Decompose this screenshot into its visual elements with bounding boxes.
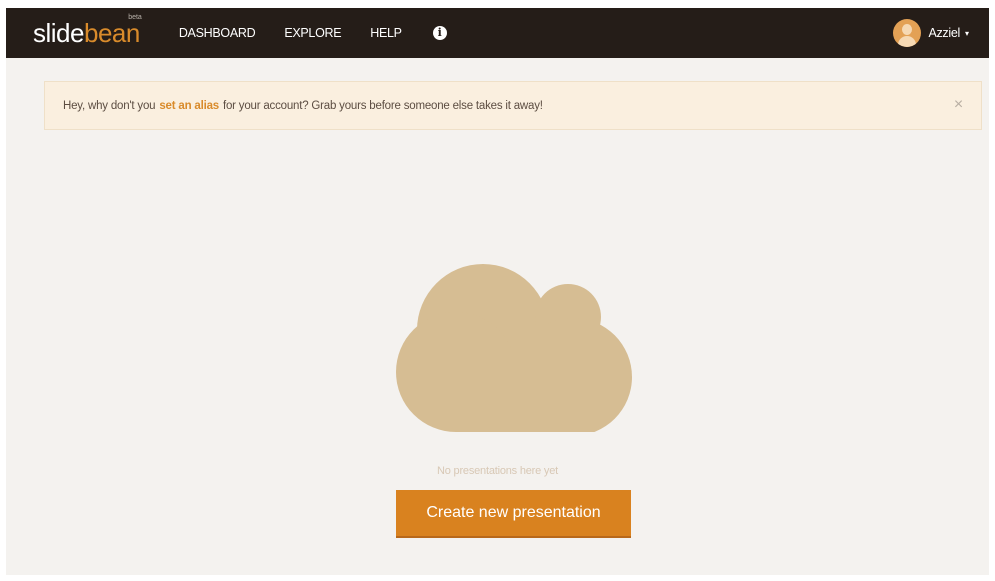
right-border bbox=[989, 0, 995, 581]
app-window: slidebean beta DASHBOARD EXPLORE HELP i … bbox=[0, 0, 995, 581]
nav-explore[interactable]: EXPLORE bbox=[284, 26, 341, 40]
logo-text-bean: bean bbox=[83, 18, 140, 48]
cloud-icon bbox=[396, 264, 632, 432]
alias-alert: Hey, why don't you set an alias for your… bbox=[44, 81, 982, 130]
alert-text-after: for your account? Grab yours before some… bbox=[222, 99, 543, 112]
nav-links: DASHBOARD EXPLORE HELP i bbox=[179, 26, 447, 40]
set-alias-link[interactable]: set an alias bbox=[159, 100, 219, 112]
info-icon[interactable]: i bbox=[432, 26, 447, 40]
close-icon[interactable]: × bbox=[954, 96, 963, 114]
user-menu[interactable]: Azziel ▾ bbox=[893, 8, 969, 58]
bottom-border bbox=[0, 575, 995, 581]
avatar-body bbox=[898, 36, 917, 47]
navbar: slidebean beta DASHBOARD EXPLORE HELP i … bbox=[6, 8, 989, 58]
nav-help[interactable]: HELP bbox=[370, 26, 402, 40]
left-border bbox=[0, 0, 6, 581]
empty-state-message: No presentations here yet bbox=[437, 465, 558, 477]
username[interactable]: Azziel bbox=[928, 26, 960, 40]
alert-text-before: Hey, why don't you bbox=[63, 99, 156, 112]
nav-dashboard[interactable]: DASHBOARD bbox=[179, 26, 256, 40]
beta-badge: beta bbox=[128, 14, 142, 21]
top-border bbox=[0, 0, 995, 8]
avatar-head bbox=[902, 24, 913, 35]
logo-text-slide: slide bbox=[33, 18, 84, 48]
create-presentation-button[interactable]: Create new presentation bbox=[396, 490, 631, 538]
avatar[interactable] bbox=[893, 19, 922, 47]
chevron-down-icon[interactable]: ▾ bbox=[965, 29, 969, 38]
slidebean-logo[interactable]: slidebean beta bbox=[33, 14, 142, 48]
